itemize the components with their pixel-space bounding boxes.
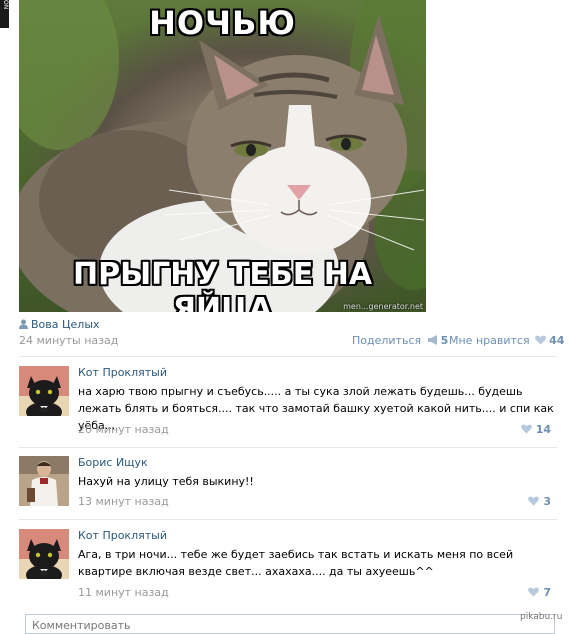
comment-like-button[interactable]: 14: [520, 423, 551, 436]
comment-text: Ага, в три ночи... тебе же будет заебись…: [78, 548, 514, 578]
comment-like-button[interactable]: 3: [528, 495, 551, 508]
person-icon: [19, 319, 28, 329]
corner-fragment: ON: [0, 0, 9, 28]
comment-item: Кот Проклятый Ага, в три ночи... тебе же…: [19, 529, 557, 609]
meme-top-caption: НОЧЬЮ: [149, 4, 296, 42]
comment-like-count: 14: [535, 423, 551, 436]
comment-like-button[interactable]: 7: [528, 586, 551, 599]
post-author[interactable]: Вова Целых: [19, 318, 100, 331]
comment-like-count: 7: [543, 586, 551, 599]
divider: [19, 519, 557, 520]
comment-time[interactable]: 11 минут назад: [78, 586, 169, 599]
like-count: 44: [549, 334, 565, 347]
comment-item: Борис Ищук Нахуй на улицу тебя выкину!! …: [19, 456, 557, 516]
meme-image[interactable]: НОЧЬЮ ПРЫГНУ ТЕБЕ НА ЯЙЦА men...generato…: [19, 0, 426, 312]
like-label: Мне нравится: [449, 334, 530, 347]
heart-icon: [528, 587, 540, 597]
heart-icon: [528, 496, 540, 506]
comment-time[interactable]: 20 минут назад: [78, 423, 169, 436]
post-time[interactable]: 24 минуты назад: [19, 334, 118, 347]
post-author-name[interactable]: Вова Целых: [31, 318, 100, 331]
avatar[interactable]: [19, 529, 69, 579]
like-button[interactable]: Мне нравится 44: [449, 334, 564, 347]
comment-like-count: 3: [543, 495, 551, 508]
comment-input[interactable]: Комментировать: [25, 614, 555, 634]
avatar[interactable]: [19, 366, 69, 416]
comment-text: Нахуй на улицу тебя выкину!!: [78, 475, 254, 488]
avatar[interactable]: [19, 456, 69, 506]
site-watermark: pikabu.ru: [520, 612, 563, 622]
heart-icon: [535, 335, 546, 345]
comment-author[interactable]: Кот Проклятый: [78, 366, 167, 379]
comment-author[interactable]: Борис Ищук: [78, 456, 148, 469]
meme-watermark: men...generator.net: [343, 302, 423, 311]
divider: [19, 356, 557, 357]
divider: [19, 447, 557, 448]
share-count: 5: [440, 334, 449, 347]
comment-item: Кот Проклятый на харю твою прыгну и съеб…: [19, 366, 557, 446]
share-button[interactable]: Поделиться 5: [352, 334, 448, 347]
megaphone-icon: [427, 335, 437, 345]
comment-author[interactable]: Кот Проклятый: [78, 529, 167, 542]
share-label: Поделиться: [352, 334, 422, 347]
comment-time[interactable]: 13 минут назад: [78, 495, 169, 508]
heart-icon: [520, 424, 532, 434]
